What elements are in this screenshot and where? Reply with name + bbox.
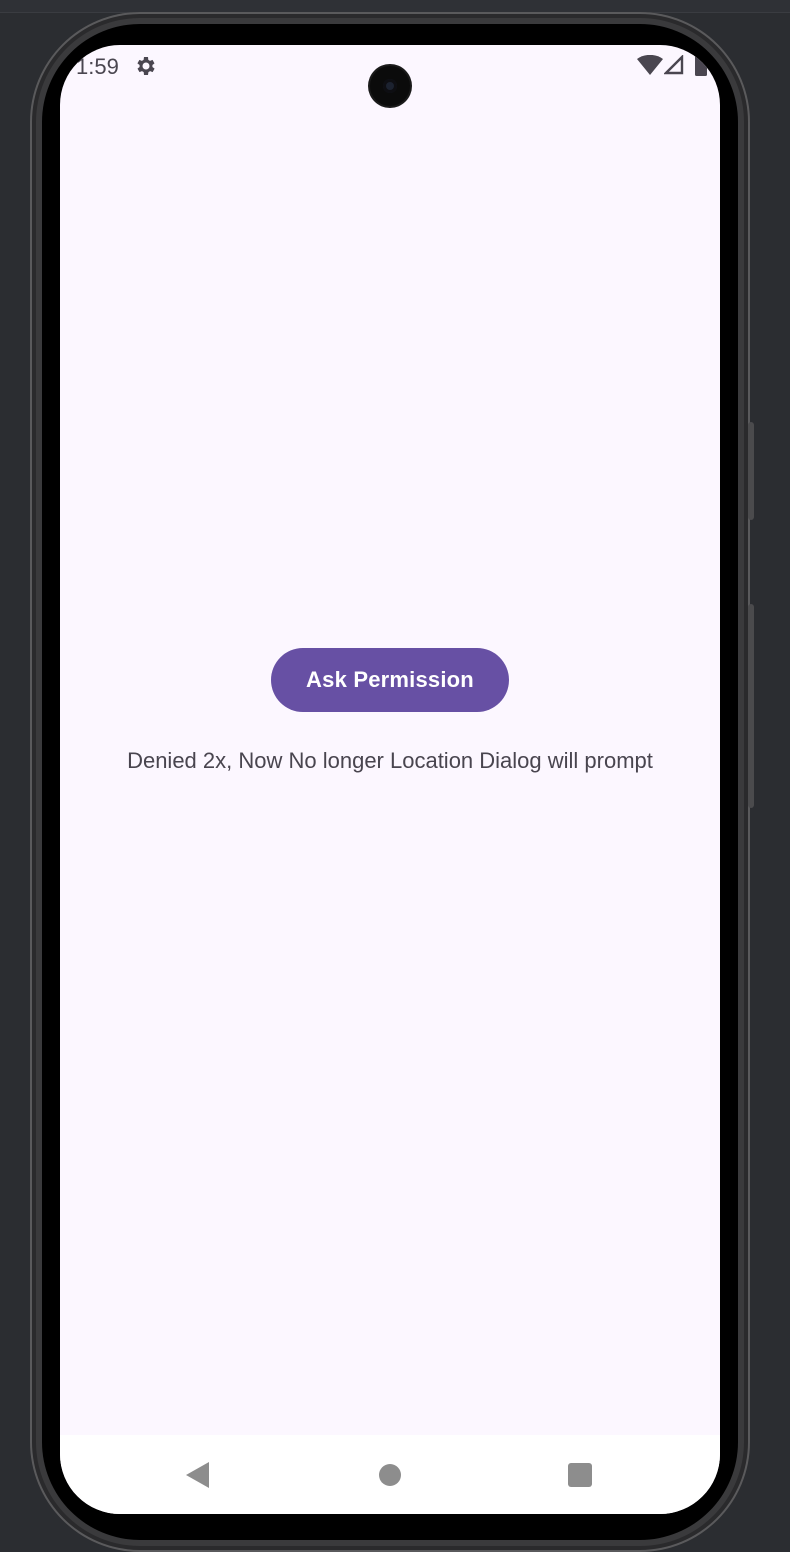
gear-icon [137,57,155,75]
main-content: Ask Permission Denied 2x, Now No longer … [60,89,720,1435]
navigation-bar [60,1435,720,1514]
volume-button[interactable] [748,604,754,808]
status-time: 1:59 [76,54,119,79]
power-button[interactable] [748,422,754,520]
emulator-frame: 1:59 Ask Permission Denied 2x, Now No lo… [0,0,790,1552]
recents-icon[interactable] [568,1463,592,1487]
signal-icon [664,55,684,75]
status-bar: 1:59 [60,45,720,106]
device-screen: 1:59 Ask Permission Denied 2x, Now No lo… [60,45,720,1514]
battery-icon [695,54,707,76]
wifi-icon [637,55,663,75]
home-icon[interactable] [379,1464,401,1486]
permission-status-text: Denied 2x, Now No longer Location Dialog… [127,748,653,773]
ask-permission-button[interactable]: Ask Permission [271,648,509,712]
back-icon[interactable] [185,1462,211,1488]
